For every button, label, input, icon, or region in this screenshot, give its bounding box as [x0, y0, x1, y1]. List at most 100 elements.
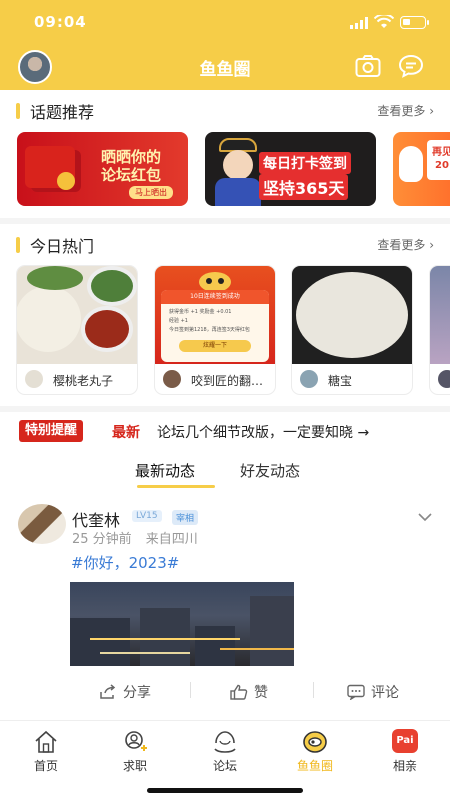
building [195, 626, 235, 666]
notice-text: 论坛几个细节改版，一定要知晓 → [157, 425, 370, 441]
banner-line1: 再见 [432, 147, 450, 158]
section-accent-bar [16, 237, 20, 253]
hot-card-author: 樱桃老丸子 [53, 374, 114, 388]
tab-indicator [137, 485, 215, 488]
building [70, 618, 130, 666]
hot-title: 今日热门 [30, 237, 95, 256]
post-time: 25 分钟前 [72, 532, 132, 547]
like-label: 赞 [254, 685, 268, 701]
camera-icon[interactable] [355, 54, 381, 78]
author-avatar [438, 370, 450, 388]
home-icon [35, 730, 57, 753]
partial-photo [430, 266, 450, 364]
banner-line2: 坚持365天 [259, 174, 349, 200]
share-icon [100, 684, 116, 699]
banner-line1: 每日打卡签到 [259, 152, 351, 174]
street-light [90, 638, 240, 640]
tab-dating-label: 相亲 [392, 759, 417, 773]
tab-forum-label: 论坛 [212, 759, 237, 773]
more-label: 查看更多 [377, 104, 426, 118]
topics-more-link[interactable]: 查看更多 › [377, 102, 434, 119]
post-image[interactable] [70, 582, 294, 666]
tab-friends[interactable]: 好友动态 [240, 460, 300, 481]
author-avatar [300, 370, 318, 388]
calendar-illustration: 再见 20 [427, 140, 450, 180]
chili-bowl [81, 306, 133, 352]
notice-bar[interactable]: 特别提醒 最新 论坛几个细节改版，一定要知晓 → [0, 412, 450, 452]
tofu-tray [296, 272, 408, 358]
divider [313, 682, 314, 698]
topic-banner-red-packet[interactable]: 晒晒你的 论坛红包 马上晒出 [17, 132, 188, 206]
wifi-icon [374, 15, 394, 28]
banner-cta: 马上晒出 [129, 186, 173, 199]
street-light [100, 652, 190, 654]
body-illustration [215, 178, 261, 206]
face-illustration [223, 150, 253, 180]
page-title: 鱼鱼圈 [199, 60, 251, 80]
comment-button[interactable]: 评论 [347, 682, 399, 702]
building [250, 596, 294, 666]
popup-title: 10日连续签到成功 [161, 290, 269, 304]
hot-card[interactable]: 10日连续签到成功 获得金币 +1 奖励金 +0.01 经验 +1 今日签到第1… [155, 266, 275, 394]
greens-bowl [87, 266, 137, 306]
home-indicator [147, 788, 303, 793]
chevron-down-icon[interactable] [418, 512, 432, 522]
post-meta: 25 分钟前 来自四川 [72, 528, 212, 547]
status-bar: 09:04 [0, 0, 450, 44]
popup-rows: 获得金币 +1 奖励金 +0.01 经验 +1 今日签到第1218，再连签3天得… [169, 309, 250, 333]
author-avatar [163, 370, 181, 388]
message-icon[interactable] [398, 53, 424, 79]
comment-label: 评论 [371, 685, 399, 701]
hot-card-author: 糖宝 [328, 374, 353, 388]
street-light [220, 648, 294, 650]
top-header: 09:04 鱼鱼圈 [0, 0, 450, 90]
notice-new-label: 最新 [112, 425, 140, 441]
tab-home-label: 首页 [33, 759, 58, 773]
job-search-icon [125, 731, 147, 751]
banner-text: 晒晒你的 论坛红包 [101, 148, 161, 184]
signal-icon [350, 17, 368, 29]
hot-card-partial[interactable] [430, 266, 450, 394]
post-topic[interactable]: #你好，2023# [71, 552, 179, 573]
topics-title: 话题推荐 [30, 103, 95, 122]
banner-line2: 论坛红包 [101, 166, 162, 184]
food-photo [17, 266, 137, 364]
topic-banner-partial[interactable]: 再见 20 [393, 132, 450, 206]
topics-header: 话题推荐 查看更多 › [0, 96, 450, 126]
pai-icon: Pai [392, 729, 418, 753]
checkin-screenshot: 10日连续签到成功 获得金币 +1 奖励金 +0.01 经验 +1 今日签到第1… [155, 266, 275, 364]
hot-more-link[interactable]: 查看更多 › [377, 236, 434, 253]
feed-section: 最新动态 好友动态 代奎林 LV15 宰相 25 分钟前 来自四川 #你好，202… [0, 452, 450, 720]
post-location: 来自四川 [145, 532, 198, 547]
tab-yuyuquan-label: 鱼鱼圈 [296, 759, 333, 773]
hot-card[interactable]: 糖宝 [292, 266, 412, 394]
level-badge: LV15 [132, 510, 162, 522]
banner-line1: 晒晒你的 [101, 148, 162, 166]
hot-header: 今日热门 查看更多 › [0, 230, 450, 260]
share-button[interactable]: 分享 [99, 682, 151, 702]
forum-icon [214, 731, 236, 753]
checkin-popup: 10日连续签到成功 获得金币 +1 奖励金 +0.01 经验 +1 今日签到第1… [161, 290, 269, 362]
building [140, 608, 190, 666]
topic-banner-checkin[interactable]: 每日打卡签到 坚持365天 [205, 132, 376, 206]
section-accent-bar [16, 103, 20, 119]
fish-circle-icon [303, 731, 327, 753]
post-author-avatar[interactable] [18, 504, 66, 544]
bunny-illustration [399, 146, 423, 182]
hot-card-author: 咬到匠的翻… [191, 374, 264, 388]
tofu-photo [292, 266, 412, 364]
more-label: 查看更多 [377, 238, 426, 252]
battery-icon [400, 16, 429, 29]
hot-card[interactable]: 樱桃老丸子 [17, 266, 137, 394]
like-button[interactable]: 赞 [230, 682, 268, 702]
author-avatar [25, 370, 43, 388]
popup-button: 炫耀一下 [179, 340, 251, 352]
tab-latest[interactable]: 最新动态 [135, 460, 195, 481]
divider [190, 682, 191, 698]
mascot-icon [199, 272, 231, 292]
share-label: 分享 [123, 685, 151, 701]
thumbs-up-icon [230, 684, 248, 700]
notice-tag: 特别提醒 [19, 420, 84, 442]
role-badge: 宰相 [172, 510, 199, 525]
status-time: 09:04 [34, 13, 87, 31]
